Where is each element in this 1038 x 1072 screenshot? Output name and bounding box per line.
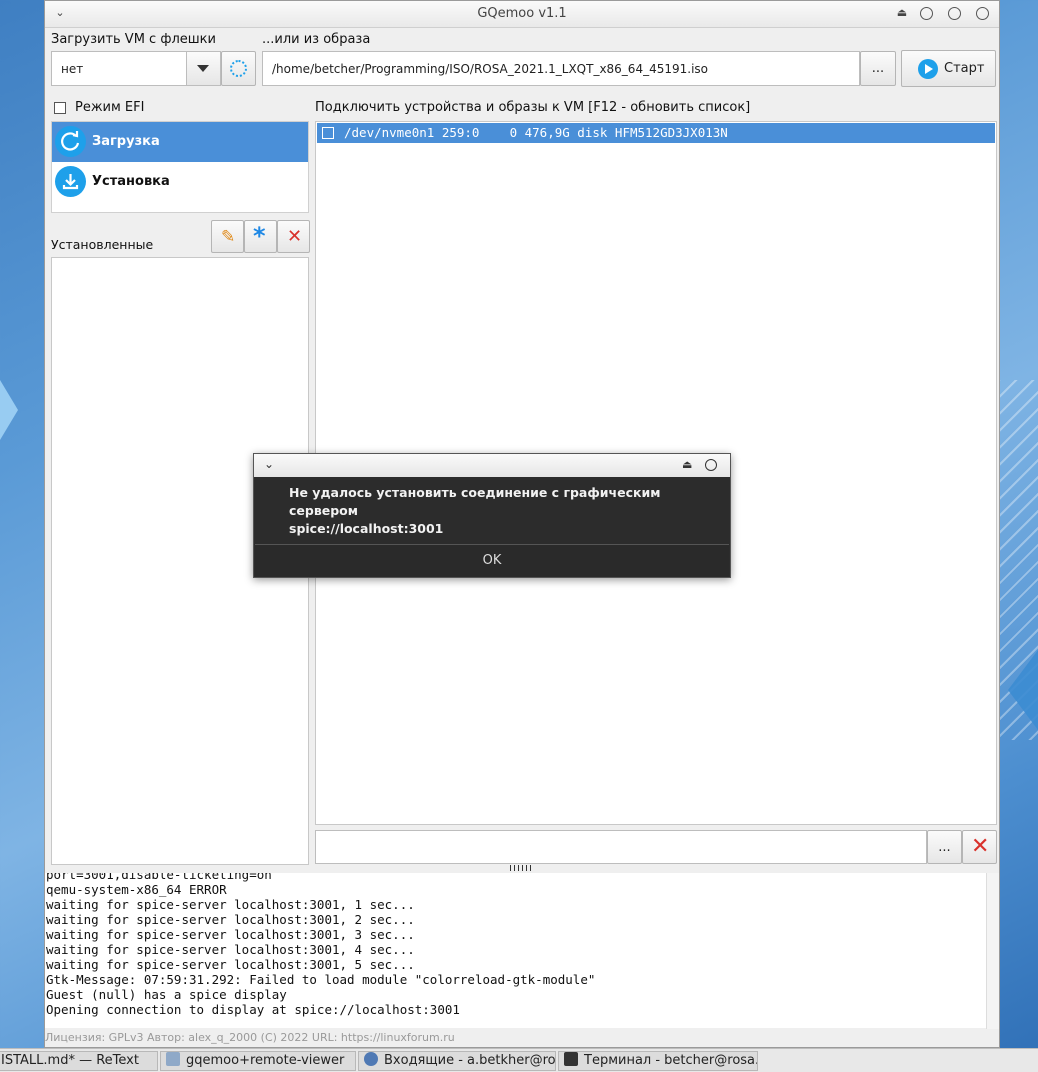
devices-label: Подключить устройства и образы к VM [F12…: [315, 100, 751, 115]
nav-label-boot: Загрузка: [92, 134, 160, 149]
dialog-message-line1: Не удалось установить соединение с графи…: [289, 485, 661, 518]
nav-item-install[interactable]: Установка: [52, 162, 308, 202]
pencil-icon: ✎: [221, 227, 236, 247]
dialog-menu-chevron-icon[interactable]: ⌄: [264, 457, 274, 471]
usb-device-select[interactable]: нет: [51, 51, 221, 86]
iso-path-field[interactable]: /home/betcher/Programming/ISO/ROSA_2021.…: [262, 51, 860, 86]
delete-x-icon: ✕: [287, 226, 303, 247]
taskbar: ISTALL.md* — ReText gqemoo+remote-viewer…: [0, 1048, 1038, 1072]
extra-browse-button[interactable]: ...: [927, 830, 962, 864]
taskbar-item-folder[interactable]: gqemoo+remote-viewer: [160, 1051, 356, 1071]
start-label: Старт: [944, 61, 985, 76]
log-line: Gtk-Message: 07:59:31.292: Failed to loa…: [46, 972, 596, 987]
add-button[interactable]: *: [244, 220, 277, 253]
log-line: waiting for spice-server localhost:3001,…: [46, 942, 415, 957]
start-button[interactable]: Старт: [901, 50, 996, 87]
download-icon: [55, 166, 86, 197]
taskbar-label-retext: ISTALL.md* — ReText: [1, 1053, 139, 1068]
extra-path-field[interactable]: [315, 830, 927, 864]
window-title: GQemoo v1.1: [477, 6, 567, 21]
delete-button[interactable]: ✕: [277, 220, 310, 253]
log-line: Guest (null) has a spice display: [46, 987, 287, 1002]
iso-browse-label: ...: [871, 61, 885, 76]
mail-app-icon: [364, 1052, 378, 1066]
dialog-titlebar[interactable]: ⌄ ⏏: [254, 454, 730, 477]
maximize-button[interactable]: [948, 7, 961, 20]
splitter-handle[interactable]: [510, 865, 534, 871]
taskbar-label-folder: gqemoo+remote-viewer: [186, 1053, 345, 1068]
dialog-close-button[interactable]: [705, 459, 717, 471]
desktop-wallpaper-shape: [0, 380, 18, 440]
device-text: /dev/nvme0n1 259:0 0 476,9G disk HFM512G…: [344, 125, 728, 140]
nav-item-boot[interactable]: Загрузка: [52, 122, 308, 162]
efi-checkbox[interactable]: [54, 102, 66, 114]
asterisk-icon: *: [253, 222, 266, 250]
taskbar-item-mail[interactable]: Входящие - a.betkher@ro...: [358, 1051, 556, 1071]
mode-list: Загрузка Установка: [51, 121, 309, 213]
usb-device-selected: нет: [61, 62, 84, 76]
device-row[interactable]: /dev/nvme0n1 259:0 0 476,9G disk HFM512G…: [317, 123, 995, 143]
extra-browse-label: ...: [938, 840, 951, 855]
log-output[interactable]: port=3001,disable-ticketing=on qemu-syst…: [45, 873, 987, 1028]
nav-label-install: Установка: [92, 174, 170, 189]
dialog-message-line2: spice://localhost:3001: [289, 521, 444, 536]
folder-icon: [166, 1052, 180, 1066]
close-button[interactable]: [976, 7, 989, 20]
efi-label: Режим EFI: [75, 100, 145, 115]
taskbar-item-retext[interactable]: ISTALL.md* — ReText: [0, 1051, 158, 1071]
log-line: waiting for spice-server localhost:3001,…: [46, 912, 415, 927]
refresh-spinner-icon: [230, 60, 247, 77]
edit-button[interactable]: ✎: [211, 220, 244, 253]
iso-browse-button[interactable]: ...: [860, 51, 896, 86]
iso-path-value: /home/betcher/Programming/ISO/ROSA_2021.…: [272, 62, 708, 76]
log-line: waiting for spice-server localhost:3001,…: [46, 897, 415, 912]
log-line: port=3001,disable-ticketing=on: [46, 873, 272, 882]
log-scrollbar[interactable]: [986, 873, 999, 1029]
clear-button[interactable]: ✕: [962, 830, 997, 864]
minimize-button[interactable]: [920, 7, 933, 20]
play-icon: [918, 59, 938, 79]
log-line: waiting for spice-server localhost:3001,…: [46, 927, 415, 942]
terminal-icon: [564, 1052, 578, 1066]
chevron-down-icon[interactable]: [186, 52, 220, 85]
error-dialog: ⌄ ⏏ Не удалось установить соединение с г…: [253, 453, 731, 578]
refresh-icon: [55, 126, 86, 157]
iso-label: ...или из образа: [262, 32, 371, 47]
log-line: waiting for spice-server localhost:3001,…: [46, 957, 415, 972]
window-titlebar[interactable]: ⌄ GQemoo v1.1 ⏏: [45, 1, 999, 28]
dialog-message: Не удалось установить соединение с графи…: [289, 484, 730, 538]
ok-button[interactable]: OK: [255, 544, 729, 577]
installed-label: Установленные: [51, 237, 154, 252]
usb-boot-label: Загрузить VM с флешки: [51, 32, 216, 47]
status-bar: Лицензия: GPLv3 Автор: alex_q_2000 (C) 2…: [45, 1031, 455, 1044]
dialog-keep-above-icon[interactable]: ⏏: [682, 458, 692, 471]
clear-x-icon: ✕: [971, 834, 990, 859]
log-line: Opening connection to display at spice:/…: [46, 1002, 460, 1017]
taskbar-label-terminal: Терминал - betcher@rosa...: [584, 1053, 758, 1068]
desktop-wallpaper-shape: [1008, 650, 1038, 730]
taskbar-label-mail: Входящие - a.betkher@ro...: [384, 1053, 556, 1068]
taskbar-item-terminal[interactable]: Терминал - betcher@rosa...: [558, 1051, 758, 1071]
device-checkbox[interactable]: [322, 127, 334, 139]
keep-above-icon[interactable]: ⏏: [895, 6, 909, 20]
refresh-usb-button[interactable]: [221, 51, 256, 86]
log-line: qemu-system-x86_64 ERROR: [46, 882, 227, 897]
